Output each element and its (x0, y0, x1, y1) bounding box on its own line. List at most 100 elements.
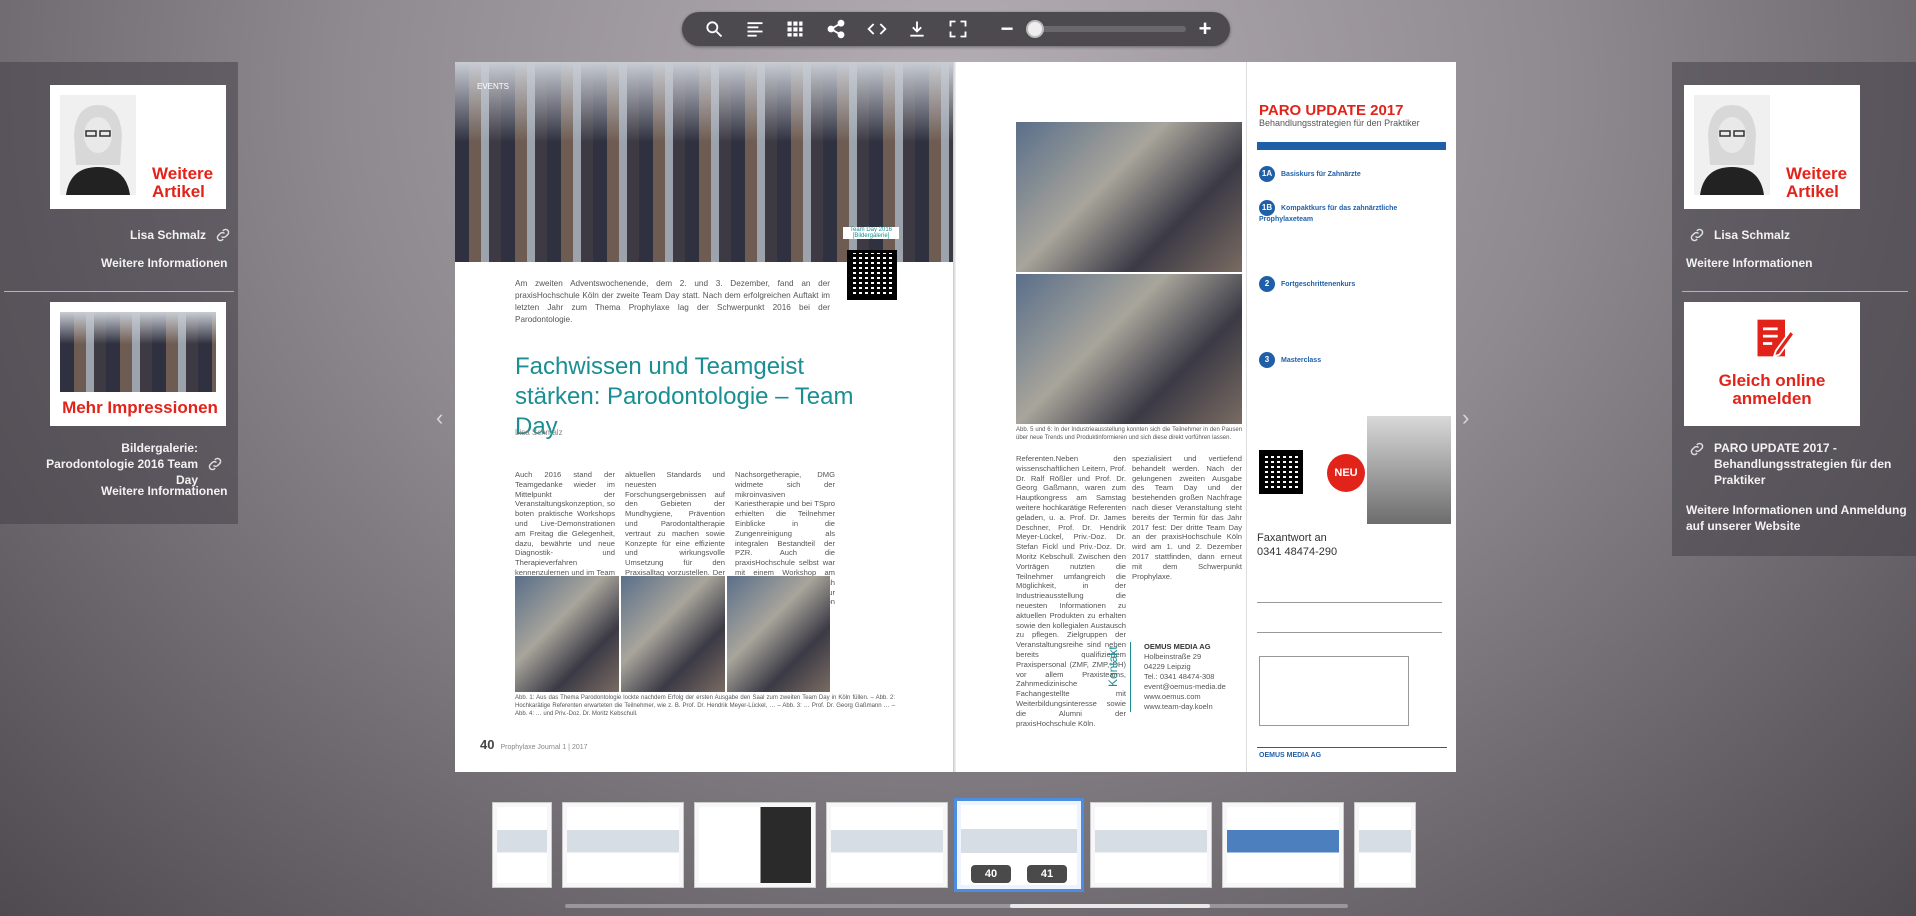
more-impressions-card[interactable]: Mehr Impressionen (50, 302, 226, 426)
more-articles-card[interactable]: Weitere Artikel (1684, 85, 1860, 209)
article-body-col-1: Referenten.Neben den wissenschaftlichen … (1016, 454, 1126, 728)
page-badge-left: 40 (971, 865, 1011, 883)
divider (4, 291, 234, 292)
page-badge-right: 41 (1027, 865, 1067, 883)
more-articles-card[interactable]: Weitere Artikel (50, 85, 226, 209)
zoom-slider[interactable] (1026, 20, 1187, 38)
ad-band (1257, 142, 1446, 150)
gallery-thumbnail-image (60, 312, 216, 392)
author-link[interactable]: Lisa Schmalz (130, 226, 232, 244)
link-icon (214, 226, 232, 244)
divider (1257, 747, 1447, 748)
zoom-slider-handle[interactable] (1026, 20, 1045, 38)
more-info-link[interactable]: Weitere Informationen (1686, 256, 1812, 270)
thumbnail-image (497, 807, 547, 883)
contact-label: Kontakt (1106, 646, 1120, 687)
speaker-photo-2 (621, 576, 725, 692)
zoom-in-button[interactable]: + (1194, 16, 1216, 42)
thumbnail-image (1359, 807, 1411, 883)
grid-view-icon[interactable] (777, 14, 814, 44)
table-of-contents-icon[interactable] (737, 14, 774, 44)
speaker-photo-3 (727, 576, 830, 692)
more-impressions-label: Mehr Impressionen (62, 398, 218, 417)
author-link-label: Lisa Schmalz (1714, 228, 1791, 242)
share-icon[interactable] (818, 14, 855, 44)
more-articles-label: Weitere Artikel (152, 164, 214, 201)
page-thumbnail[interactable] (562, 802, 684, 888)
more-info-registration-link[interactable]: Weitere Informationen und Anmeldung auf … (1686, 502, 1910, 534)
register-online-label: Gleich online anmelden (1718, 371, 1826, 408)
page-thumbnail[interactable] (1222, 802, 1344, 888)
divider (1682, 291, 1908, 292)
register-online-card[interactable]: Gleich online anmelden (1684, 302, 1860, 426)
contact-details: OEMUS MEDIA AG Holbeinstraße 29 04229 Le… (1144, 642, 1226, 712)
page-thumbnail[interactable] (1354, 802, 1416, 888)
contact-company: OEMUS MEDIA AG (1144, 642, 1211, 651)
thumbnail-scrollbar[interactable] (565, 904, 1348, 908)
zoom-control: − + (996, 16, 1216, 42)
ad-item-number: 2 (1259, 276, 1275, 292)
fullscreen-icon[interactable] (939, 14, 976, 44)
speaker-photo-1 (515, 576, 619, 692)
thumbnail-image (831, 807, 943, 883)
page-thumbnail[interactable] (1090, 802, 1212, 888)
qr-caption-sub: [Bildergalerie] (852, 233, 890, 239)
link-icon (1688, 440, 1706, 458)
speaker-portrait (1367, 416, 1451, 524)
thumbnail-image (1227, 807, 1339, 883)
ad-item: 1A Basiskurs für Zahnärzte (1259, 166, 1444, 182)
magazine-page-40[interactable]: EVENTS Team Day 2016 [Bildergalerie] Am z… (455, 62, 955, 772)
event-link-label: PARO UPDATE 2017 - Behandlungsstrategien… (1714, 441, 1892, 487)
journal-name: Prophylaxe Journal 1 | 2017 (500, 744, 588, 751)
download-icon[interactable] (899, 14, 936, 44)
more-articles-label: Weitere Artikel (1786, 164, 1848, 201)
divider (1130, 642, 1131, 712)
next-page-arrow[interactable]: › (1462, 405, 1469, 431)
ad-item-label: Fortgeschrittenenkurs (1281, 281, 1356, 288)
gallery-link-label: Bildergalerie: Parodontologie 2016 Team … (46, 441, 198, 487)
search-icon[interactable] (696, 14, 733, 44)
page-thumbnail-active[interactable]: 40 41 (954, 798, 1084, 892)
author-portrait (1694, 95, 1770, 195)
link-icon (1688, 226, 1706, 244)
contact-lines: Holbeinstraße 29 04229 Leipzig Tel.: 034… (1144, 652, 1226, 711)
event-link[interactable]: PARO UPDATE 2017 - Behandlungsstrategien… (1688, 440, 1908, 488)
embed-code-icon[interactable] (858, 14, 895, 44)
more-info-link[interactable]: Weitere Informationen (101, 484, 227, 498)
page-thumbnail[interactable] (826, 802, 948, 888)
photo-caption: Abb. 5 und 6: In der Industrieausstellun… (1016, 427, 1242, 441)
gallery-link[interactable]: Bildergalerie: Parodontologie 2016 Team … (38, 440, 228, 488)
page-thumbnail[interactable] (694, 802, 816, 888)
ad-item-label: Masterclass (1281, 357, 1322, 364)
page-thumbnail[interactable] (492, 802, 552, 888)
new-badge: NEU (1327, 454, 1365, 492)
article-intro: Am zweiten Adventswochenende, dem 2. und… (515, 279, 830, 324)
zoom-out-button[interactable]: − (996, 16, 1018, 42)
ad-item-number: 1B (1259, 200, 1275, 216)
qr-code-image (847, 250, 897, 300)
ad-item-label: Basiskurs für Zahnärzte (1281, 171, 1361, 178)
thumbnail-image (699, 807, 811, 883)
more-info-link[interactable]: Weitere Informationen (101, 256, 227, 270)
page-number: 40 (480, 737, 495, 752)
magazine-page-41[interactable]: Abb. 5 und 6: In der Industrieausstellun… (956, 62, 1456, 772)
previous-page-arrow[interactable]: ‹ (436, 405, 443, 431)
page-footer: 40 Prophylaxe Journal 1 | 2017 (480, 737, 588, 752)
right-side-panel: Weitere Artikel Lisa Schmalz Weitere Inf… (1672, 62, 1916, 556)
article-body-col-2: spezialisiert und vertiefend behandelt w… (1132, 454, 1242, 581)
link-icon (206, 455, 224, 473)
demo-photo-2 (1016, 274, 1242, 424)
fax-heading: Faxantwort an (1257, 532, 1327, 544)
edit-form-icon (1757, 319, 1796, 358)
author-link[interactable]: Lisa Schmalz (1688, 226, 1790, 244)
ad-item: 1B Kompaktkurs für das zahnärztliche Prop… (1259, 200, 1444, 223)
section-label: EVENTS (477, 82, 510, 91)
ad-item-number: 1A (1259, 166, 1275, 182)
stamp-box (1259, 656, 1409, 726)
form-line (1257, 632, 1442, 633)
ad-title: PARO UPDATE 2017 (1259, 102, 1404, 119)
scrollbar-thumb[interactable] (1010, 904, 1210, 908)
article-title: Fachwissen und Teamgeist stärken: Parodo… (515, 353, 854, 440)
qr-code-image (1259, 450, 1303, 494)
ad-item-label: Kompaktkurs für das zahnärztliche Prophy… (1259, 205, 1398, 223)
